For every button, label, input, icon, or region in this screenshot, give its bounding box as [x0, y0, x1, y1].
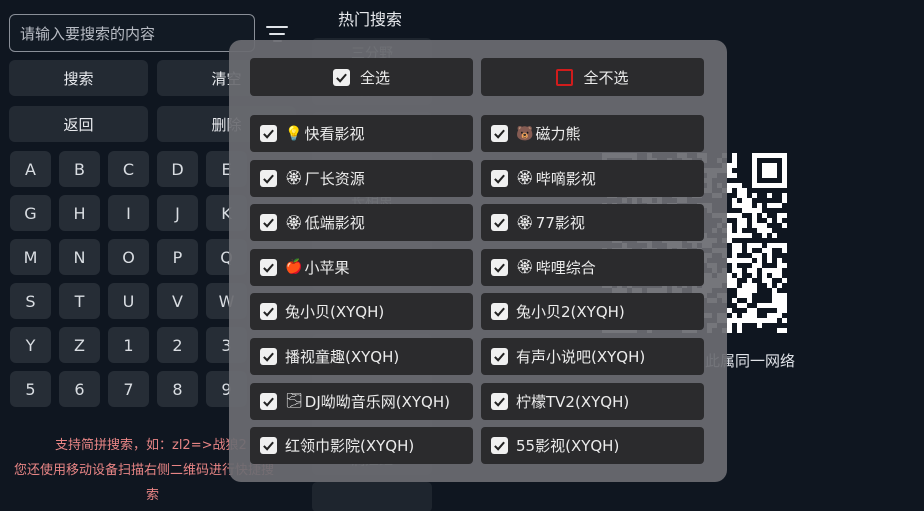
key-8[interactable]: 8 — [157, 371, 198, 407]
source-name: 有声小说吧(XYQH) — [516, 348, 646, 366]
key-s[interactable]: S — [10, 283, 51, 319]
key-m[interactable]: M — [10, 239, 51, 275]
source-option[interactable]: 🏵 哔嘀影视 — [481, 159, 704, 197]
source-option[interactable]: 🌫 DJ呦呦音乐网(XYQH) — [250, 382, 473, 420]
source-emoji-icon: 🍎 — [285, 259, 303, 276]
checkbox-checked-icon — [260, 303, 277, 321]
search-button-label: 搜索 — [63, 69, 94, 88]
key-p[interactable]: P — [157, 239, 198, 275]
search-placeholder: 请输入要搜索的内容 — [20, 24, 156, 43]
checkbox-checked-icon — [260, 348, 277, 365]
key-z[interactable]: Z — [59, 327, 100, 363]
source-name: 兔小贝(XYQH) — [285, 303, 385, 322]
key-u[interactable]: U — [108, 283, 149, 319]
source-emoji-icon: 🏵 — [516, 259, 534, 276]
source-select-dialog: 全选 全不选 💡 快看影视 🐻 磁力熊 🏵 厂长资源 🏵 哔嘀影视 🏵 低端影视 🏵 77影视 🍎 小苹果… — [229, 40, 727, 482]
key-v[interactable]: V — [157, 283, 198, 319]
checkbox-checked-icon — [260, 392, 277, 410]
checkbox-checked-icon — [491, 437, 508, 455]
hot-search-item[interactable] — [312, 482, 432, 511]
checkbox-checked-icon — [491, 169, 508, 187]
source-option[interactable]: 🐻 磁力熊 — [481, 115, 704, 152]
source-option[interactable]: 有声小说吧(XYQH) — [481, 338, 704, 375]
source-name: 小苹果 — [304, 258, 350, 277]
key-7[interactable]: 7 — [108, 371, 149, 407]
source-name: 磁力熊 — [535, 125, 581, 143]
checkbox-checked-icon — [332, 68, 350, 86]
source-option[interactable]: 红领巾影院(XYQH) — [250, 427, 473, 465]
source-option[interactable]: 55影视(XYQH) — [481, 427, 704, 465]
key-h[interactable]: H — [59, 195, 100, 231]
checkbox-checked-icon — [260, 437, 277, 455]
source-name: 哔嘀影视 — [535, 169, 596, 188]
source-name: DJ呦呦音乐网(XYQH) — [304, 392, 450, 411]
key-n[interactable]: N — [59, 239, 100, 275]
select-none-label: 全不选 — [583, 68, 629, 87]
source-name: 柠檬TV2(XYQH) — [516, 392, 630, 411]
checkbox-checked-icon — [260, 214, 277, 232]
source-name: 快看影视 — [304, 125, 365, 143]
source-emoji-icon: 🐻 — [516, 125, 534, 142]
source-name: 兔小贝2(XYQH) — [516, 303, 625, 322]
key-c[interactable]: C — [108, 151, 149, 187]
key-b[interactable]: B — [59, 151, 100, 187]
checkbox-checked-icon — [260, 258, 277, 276]
key-d[interactable]: D — [157, 151, 198, 187]
hint-line-3: 索 — [146, 488, 160, 503]
select-all-button[interactable]: 全选 — [250, 58, 473, 96]
key-g[interactable]: G — [10, 195, 51, 231]
key-1[interactable]: 1 — [108, 327, 149, 363]
checkbox-checked-icon — [491, 348, 508, 365]
checkbox-checked-icon — [491, 303, 508, 321]
back-button-label: 返回 — [63, 115, 94, 134]
search-input[interactable]: 请输入要搜索的内容 — [9, 14, 255, 52]
key-6[interactable]: 6 — [59, 371, 100, 407]
source-name: 55影视(XYQH) — [516, 437, 620, 456]
source-emoji-icon: 💡 — [285, 125, 303, 142]
back-button[interactable]: 返回 — [9, 106, 148, 142]
source-emoji-icon: 🏵 — [285, 214, 303, 231]
source-emoji-icon: 🏵 — [285, 170, 303, 187]
source-option[interactable]: 🏵 厂长资源 — [250, 159, 473, 197]
source-emoji-icon: 🏵 — [516, 214, 534, 231]
checkbox-checked-icon — [491, 125, 508, 142]
key-a[interactable]: A — [10, 151, 51, 187]
select-all-label: 全选 — [359, 68, 390, 87]
source-name: 播视童趣(XYQH) — [285, 348, 400, 366]
source-name: 77影视 — [535, 214, 585, 233]
checkbox-checked-icon — [260, 125, 277, 142]
hot-search-title: 热门搜索 — [338, 10, 403, 29]
checkbox-empty-icon — [556, 68, 574, 86]
source-option[interactable]: 💡 快看影视 — [250, 115, 473, 152]
checkbox-checked-icon — [491, 258, 508, 276]
select-none-button[interactable]: 全不选 — [481, 58, 704, 96]
key-j[interactable]: J — [157, 195, 198, 231]
checkbox-checked-icon — [491, 214, 508, 232]
key-2[interactable]: 2 — [157, 327, 198, 363]
source-option[interactable]: 兔小贝(XYQH) — [250, 293, 473, 331]
source-option[interactable]: 兔小贝2(XYQH) — [481, 293, 704, 331]
source-emoji-icon: 🏵 — [516, 170, 534, 187]
checkbox-checked-icon — [491, 392, 508, 410]
key-t[interactable]: T — [59, 283, 100, 319]
source-option[interactable]: 柠檬TV2(XYQH) — [481, 382, 704, 420]
source-name: 厂长资源 — [304, 169, 365, 188]
key-y[interactable]: Y — [10, 327, 51, 363]
source-option[interactable]: 🍎 小苹果 — [250, 248, 473, 286]
hint-line-1: 支持简拼搜索，如：zl2=>战狼2 — [55, 438, 247, 453]
source-name: 红领巾影院(XYQH) — [285, 437, 415, 456]
checkbox-checked-icon — [260, 169, 277, 187]
search-button[interactable]: 搜索 — [9, 60, 148, 96]
source-option[interactable]: 🏵 低端影视 — [250, 204, 473, 242]
source-option[interactable]: 🏵 77影视 — [481, 204, 704, 242]
key-i[interactable]: I — [108, 195, 149, 231]
key-o[interactable]: O — [108, 239, 149, 275]
key-5[interactable]: 5 — [10, 371, 51, 407]
source-option[interactable]: 播视童趣(XYQH) — [250, 338, 473, 375]
source-name: 哔哩综合 — [535, 258, 596, 277]
source-name: 低端影视 — [304, 214, 365, 233]
source-option[interactable]: 🏵 哔哩综合 — [481, 248, 704, 286]
source-emoji-icon: 🌫 — [285, 393, 303, 410]
